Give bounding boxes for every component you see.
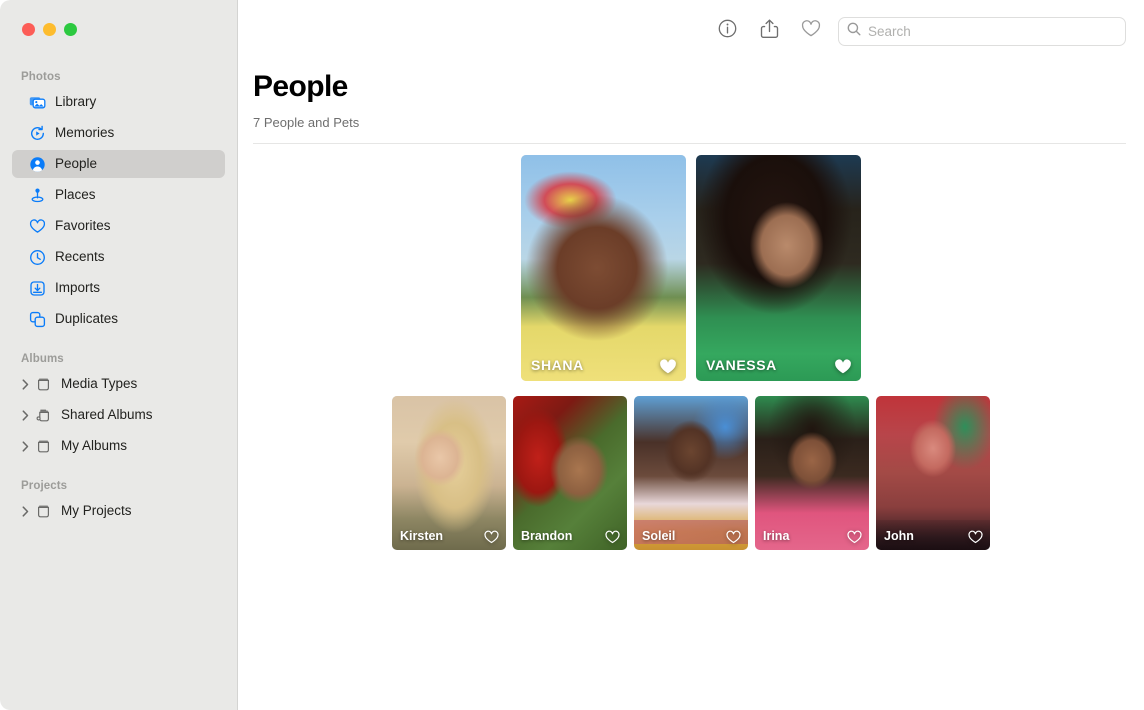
favorite-heart-icon[interactable] — [968, 530, 983, 544]
person-name: Kirsten — [400, 530, 443, 543]
sidebar-item-people[interactable]: People — [12, 150, 225, 178]
person-card-shana[interactable]: SHANA — [521, 155, 686, 381]
window-traffic-lights — [22, 23, 77, 36]
sidebar-spacer-2 — [0, 463, 237, 475]
clock-icon — [29, 249, 46, 266]
sidebar-item-media-types[interactable]: Media Types — [12, 370, 225, 398]
search-input[interactable] — [868, 24, 1117, 39]
map-pin-icon — [29, 187, 46, 204]
sidebar-nav: Photos Library — [0, 0, 237, 525]
import-icon — [29, 280, 46, 297]
sidebar-item-label: Shared Albums — [61, 408, 153, 422]
heart-icon — [29, 218, 46, 235]
person-card-vanessa[interactable]: VANESSA — [696, 155, 861, 381]
page-subtitle: 7 People and Pets — [253, 115, 1144, 130]
person-photo — [755, 396, 869, 550]
search-field[interactable] — [838, 17, 1126, 46]
person-name: John — [884, 530, 914, 543]
sidebar-item-label: My Albums — [61, 439, 127, 453]
chevron-right-icon[interactable] — [20, 410, 31, 421]
person-name: Irina — [763, 530, 789, 543]
sidebar-item-shared-albums[interactable]: Shared Albums — [12, 401, 225, 429]
favorite-heart-icon[interactable] — [847, 530, 862, 544]
page-header: People 7 People and Pets — [238, 62, 1144, 130]
person-card-john[interactable]: John — [876, 396, 990, 550]
heart-icon — [801, 19, 821, 43]
sidebar-item-recents[interactable]: Recents — [12, 243, 225, 271]
favorite-heart-icon[interactable] — [605, 530, 620, 544]
person-photo — [696, 155, 861, 381]
folder-icon — [35, 503, 52, 520]
duplicates-icon — [29, 311, 46, 328]
sidebar-item-my-albums[interactable]: My Albums — [12, 432, 225, 460]
minimize-button[interactable] — [43, 23, 56, 36]
zoom-button[interactable] — [64, 23, 77, 36]
person-photo — [392, 396, 506, 550]
sidebar-item-label: Favorites — [55, 219, 111, 233]
sidebar-item-label: My Projects — [61, 504, 132, 518]
share-icon — [760, 19, 779, 44]
sidebar-section-projects-header: Projects — [0, 475, 237, 497]
person-photo — [521, 155, 686, 381]
chevron-right-icon[interactable] — [20, 506, 31, 517]
other-people-row: Kirsten Brandon — [238, 396, 1144, 550]
memories-icon — [29, 125, 46, 142]
shared-folder-icon — [35, 407, 52, 424]
folder-icon — [35, 438, 52, 455]
person-card-kirsten[interactable]: Kirsten — [392, 396, 506, 550]
page-title: People — [253, 70, 1144, 103]
sidebar-item-label: Library — [55, 95, 96, 109]
sidebar-item-label: Recents — [55, 250, 105, 264]
photo-library-icon — [29, 94, 46, 111]
favorite-heart-icon[interactable] — [659, 358, 677, 375]
sidebar-item-memories[interactable]: Memories — [12, 119, 225, 147]
sidebar-item-my-projects[interactable]: My Projects — [12, 497, 225, 525]
sidebar: Photos Library — [0, 0, 238, 710]
sidebar-item-label: Imports — [55, 281, 100, 295]
close-button[interactable] — [22, 23, 35, 36]
favorite-heart-icon[interactable] — [726, 530, 741, 544]
favorite-heart-icon[interactable] — [834, 358, 852, 375]
sidebar-item-label: People — [55, 157, 97, 171]
chevron-right-icon[interactable] — [20, 441, 31, 452]
sidebar-item-imports[interactable]: Imports — [12, 274, 225, 302]
sidebar-item-label: Duplicates — [55, 312, 118, 326]
sidebar-item-label: Media Types — [61, 377, 137, 391]
sidebar-spacer-1 — [0, 336, 237, 348]
info-button[interactable] — [706, 14, 748, 48]
featured-people-row: SHANA VANESSA — [238, 155, 1144, 381]
favorite-button[interactable] — [790, 14, 832, 48]
photos-window: Photos Library — [0, 0, 1144, 710]
person-photo — [513, 396, 627, 550]
person-name: Soleil — [642, 530, 675, 543]
sidebar-item-favorites[interactable]: Favorites — [12, 212, 225, 240]
favorite-heart-icon[interactable] — [484, 530, 499, 544]
sidebar-item-label: Memories — [55, 126, 114, 140]
share-button[interactable] — [748, 14, 790, 48]
sidebar-section-albums-header: Albums — [0, 348, 237, 370]
person-name: SHANA — [531, 358, 584, 372]
toolbar — [238, 0, 1144, 62]
person-card-irina[interactable]: Irina — [755, 396, 869, 550]
sidebar-item-places[interactable]: Places — [12, 181, 225, 209]
person-name: Brandon — [521, 530, 572, 543]
chevron-right-icon[interactable] — [20, 379, 31, 390]
folder-icon — [35, 376, 52, 393]
people-grid: SHANA VANESSA — [238, 144, 1144, 550]
info-circle-icon — [718, 19, 737, 43]
sidebar-section-photos-header: Photos — [0, 66, 237, 88]
main-content: People 7 People and Pets SHANA — [238, 0, 1144, 710]
person-card-brandon[interactable]: Brandon — [513, 396, 627, 550]
sidebar-item-duplicates[interactable]: Duplicates — [12, 305, 225, 333]
sidebar-item-label: Places — [55, 188, 96, 202]
person-name: VANESSA — [706, 358, 777, 372]
sidebar-item-library[interactable]: Library — [12, 88, 225, 116]
person-card-soleil[interactable]: Soleil — [634, 396, 748, 550]
person-circle-icon — [29, 156, 46, 173]
search-icon — [847, 22, 861, 41]
